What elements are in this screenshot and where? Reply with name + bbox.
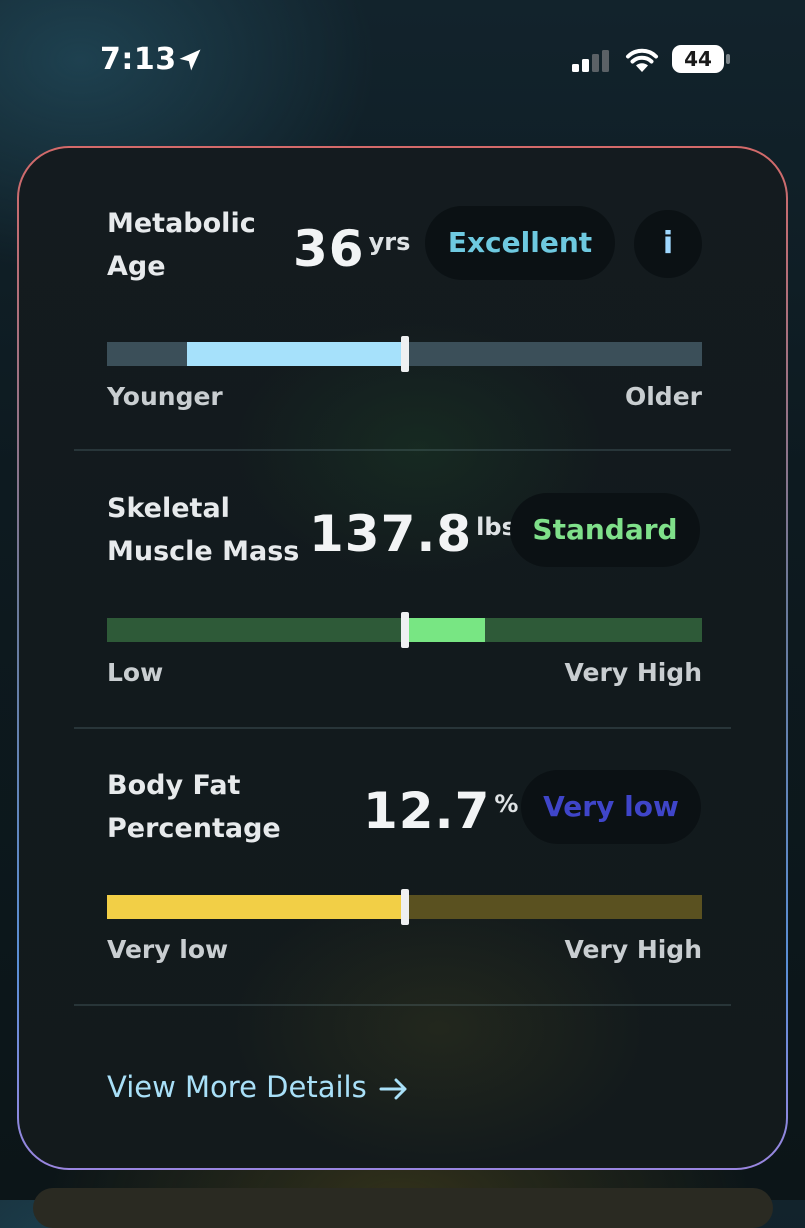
metric-unit: % (494, 790, 519, 818)
battery-level: 44 (672, 45, 724, 73)
metric-label: Skeletal Muscle Mass (107, 493, 300, 567)
metric-range-bar (107, 889, 702, 925)
card-content: Metabolic Age 36 yrs Excellent i Younger … (19, 148, 786, 1168)
status-badge[interactable]: Excellent (425, 206, 615, 280)
status-badge[interactable]: Standard (510, 493, 700, 567)
range-marker (400, 889, 409, 925)
metric-label: Metabolic Age (107, 208, 256, 282)
metric-label: Body Fat Percentage (107, 770, 281, 844)
view-more-details-link[interactable]: View More Details (107, 1070, 409, 1104)
metric-metabolic-age: Metabolic Age 36 yrs Excellent i Younger … (19, 202, 786, 478)
range-marker (400, 336, 409, 372)
range-max-label: Older (624, 382, 702, 411)
range-fill (404, 618, 485, 642)
next-card-peek (33, 1188, 773, 1228)
range-fill (187, 342, 405, 366)
cellular-signal-icon (572, 50, 609, 72)
metric-range-bar (107, 612, 702, 648)
metric-value-group: 137.8 lbs (309, 505, 516, 565)
range-min-label: Very low (107, 935, 229, 964)
status-badge[interactable]: Very low (521, 770, 701, 844)
range-max-label: Very High (564, 935, 702, 964)
metric-value-group: 36 yrs (293, 220, 410, 280)
divider (74, 727, 731, 729)
metric-range-bar (107, 336, 702, 372)
range-max-label: Very High (564, 658, 702, 687)
battery-nub (726, 54, 730, 64)
wifi-icon (626, 48, 658, 72)
range-fill (107, 895, 405, 919)
body-composition-card: Metabolic Age 36 yrs Excellent i Younger … (17, 146, 788, 1170)
info-button[interactable]: i (634, 210, 702, 278)
metric-value-group: 12.7% (363, 782, 518, 842)
range-min-label: Low (107, 658, 164, 687)
view-more-label: View More Details (107, 1070, 367, 1104)
range-marker (400, 612, 409, 648)
metric-value: 137.8 (309, 505, 473, 563)
battery-icon: 44 (672, 45, 730, 73)
range-min-label: Younger (107, 382, 223, 411)
metric-value: 36 (293, 220, 365, 278)
status-time: 7:13 (100, 42, 177, 77)
divider (74, 1004, 731, 1006)
metric-unit: yrs (368, 228, 411, 256)
location-arrow-icon (179, 49, 201, 71)
metric-skeletal-muscle-mass: Skeletal Muscle Mass 137.8 lbs Standard L… (19, 487, 786, 763)
metric-body-fat-percentage: Body Fat Percentage 12.7% Very low Very … (19, 764, 786, 1040)
arrow-right-icon (379, 1078, 407, 1100)
metric-value: 12.7 (363, 782, 491, 840)
status-bar: 7:13 44 (0, 0, 805, 120)
divider (74, 449, 731, 451)
